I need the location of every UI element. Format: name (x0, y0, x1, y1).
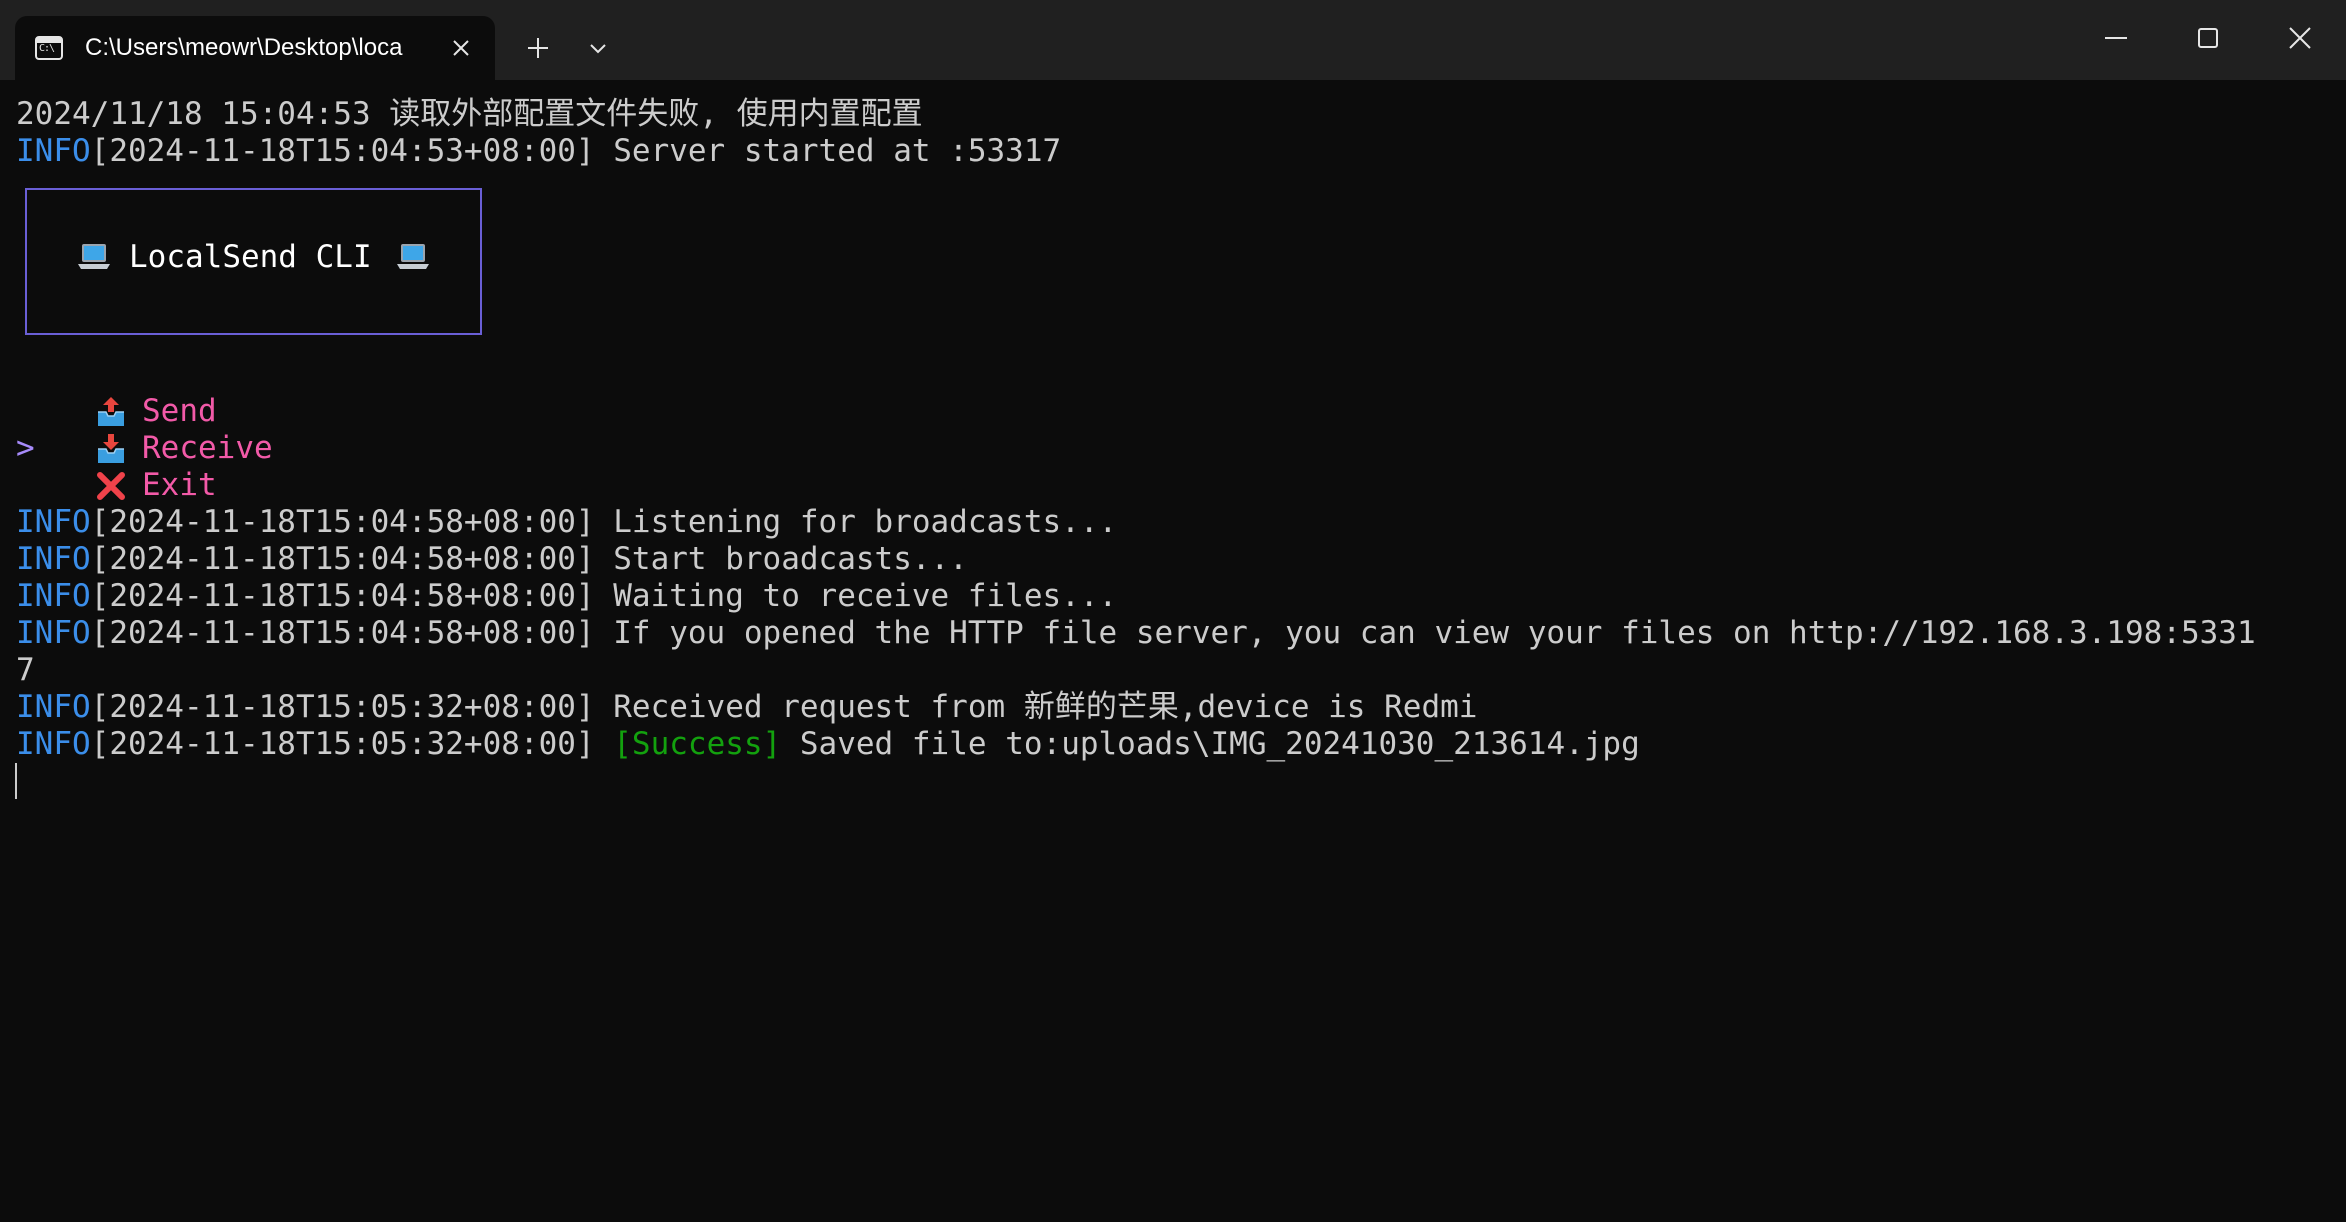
log-message: Received request from 新鲜的芒果,device is Re… (594, 689, 1478, 725)
laptop-icon (396, 244, 429, 269)
menu-item-receive[interactable]: Receive (96, 430, 273, 467)
outbox-tray-icon (98, 396, 124, 426)
plus-icon (528, 38, 548, 58)
log-line: INFO[2024-11-18T15:05:32+08:00] [Success… (16, 726, 1640, 763)
log-timestamp: [2024-11-18T15:04:58+08:00] (90, 504, 595, 540)
menu-item-send[interactable]: Send (96, 393, 217, 430)
banner-title: LocalSend CLI (129, 239, 372, 275)
log-timestamp: [2024-11-18T15:04:58+08:00] (90, 541, 595, 577)
log-level: INFO (16, 504, 91, 540)
tab-dropdown-button[interactable] (574, 24, 622, 72)
terminal-icon: C:\ (35, 36, 63, 60)
log-level: INFO (16, 726, 91, 762)
log-line: INFO[2024-11-18T15:05:32+08:00] Received… (16, 689, 1477, 726)
config-warning-line: 2024/11/18 15:04:53 读取外部配置文件失败, 使用内置配置 (16, 96, 923, 132)
menu-label: Send (142, 393, 217, 429)
log-line: INFO[2024-11-18T15:04:53+08:00] Server s… (16, 133, 1061, 170)
log-timestamp: [2024-11-18T15:04:58+08:00] (90, 578, 595, 614)
laptop-icon (78, 244, 110, 269)
menu-label: Exit (142, 467, 217, 503)
log-level: INFO (16, 689, 91, 725)
log-line: INFO[2024-11-18T15:04:58+08:00] Listenin… (16, 504, 1117, 541)
cross-mark-icon (97, 471, 125, 500)
maximize-icon (2198, 28, 2218, 48)
log-message: Waiting to receive files... (594, 578, 1118, 614)
minimize-button[interactable] (2070, 0, 2162, 76)
app-banner: LocalSend CLI (25, 188, 482, 335)
log-message: Server started at :53317 (594, 133, 1062, 169)
log-level: INFO (16, 578, 91, 614)
log-timestamp: [2024-11-18T15:04:58+08:00] (90, 615, 595, 651)
close-window-button[interactable] (2254, 0, 2346, 76)
log-message: Start broadcasts... (594, 541, 968, 577)
log-level: INFO (16, 615, 91, 651)
menu-pointer: > (16, 430, 35, 466)
log-line: INFO[2024-11-18T15:04:58+08:00] Start br… (16, 541, 968, 578)
log-message: Listening for broadcasts... (594, 504, 1118, 540)
terminal-window: C:\ C:\Users\meowr\Desktop\loca 2024/11/… (0, 0, 2346, 1222)
terminal-output[interactable]: 2024/11/18 15:04:53 读取外部配置文件失败, 使用内置配置 I… (0, 80, 2346, 1222)
wrapped-line: 7 (16, 652, 35, 688)
log-level: INFO (16, 133, 91, 169)
log-line: INFO[2024-11-18T15:04:58+08:00] Waiting … (16, 578, 1117, 615)
text-cursor (15, 763, 17, 799)
terminal-tab[interactable]: C:\ C:\Users\meowr\Desktop\loca (15, 16, 495, 80)
log-timestamp: [2024-11-18T15:05:32+08:00] (90, 726, 595, 762)
log-message: Saved file to:uploads\IMG_20241030_21361… (781, 726, 1640, 762)
maximize-button[interactable] (2162, 0, 2254, 76)
log-message: If you opened the HTTP file server, you … (594, 615, 2256, 651)
log-timestamp: [2024-11-18T15:04:53+08:00] (90, 133, 595, 169)
close-icon (453, 40, 469, 56)
menu-item-exit[interactable]: Exit (96, 467, 217, 504)
success-tag: [Success] (613, 726, 782, 762)
chevron-down-icon (590, 44, 606, 54)
log-timestamp: [2024-11-18T15:05:32+08:00] (90, 689, 595, 725)
title-bar: C:\ C:\Users\meowr\Desktop\loca (0, 0, 2346, 80)
close-icon (2289, 27, 2311, 49)
minimize-icon (2105, 37, 2127, 39)
menu-label: Receive (142, 430, 273, 466)
new-tab-button[interactable] (514, 24, 562, 72)
log-line: INFO[2024-11-18T15:04:58+08:00] If you o… (16, 615, 2256, 652)
log-level: INFO (16, 541, 91, 577)
inbox-tray-icon (98, 433, 124, 463)
tab-title: C:\Users\meowr\Desktop\loca (85, 34, 403, 61)
tab-close-button[interactable] (447, 34, 475, 62)
